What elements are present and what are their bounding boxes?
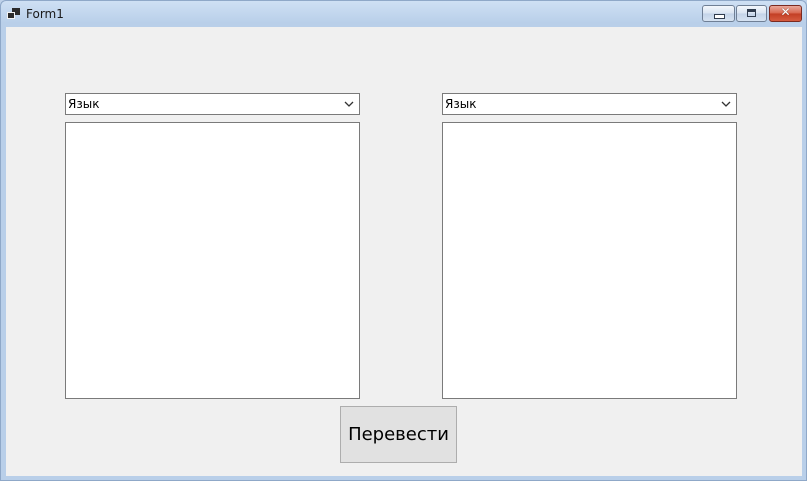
window-title: Form1 [26, 7, 64, 21]
translate-button[interactable]: Перевести [340, 406, 457, 463]
source-language-value: Язык [68, 97, 100, 111]
source-language-select[interactable]: Язык [65, 93, 360, 115]
close-icon: ✕ [780, 5, 791, 19]
app-window-icon[interactable] [7, 8, 21, 20]
target-text-area[interactable] [442, 122, 737, 399]
maximize-button[interactable] [736, 5, 767, 22]
chevron-down-icon[interactable] [719, 98, 733, 110]
target-language-value: Язык [445, 97, 477, 111]
app-window: Form1 ✕ Язык Язык Перевести [0, 0, 807, 481]
source-text-area[interactable] [65, 122, 360, 399]
close-button[interactable]: ✕ [769, 5, 802, 22]
minimize-icon [714, 14, 725, 19]
chevron-down-icon[interactable] [342, 98, 356, 110]
target-language-select[interactable]: Язык [442, 93, 737, 115]
minimize-button[interactable] [702, 5, 735, 22]
maximize-icon [747, 9, 756, 17]
title-bar[interactable]: Form1 ✕ [1, 1, 806, 27]
form-client-area: Язык Язык Перевести [6, 27, 802, 476]
